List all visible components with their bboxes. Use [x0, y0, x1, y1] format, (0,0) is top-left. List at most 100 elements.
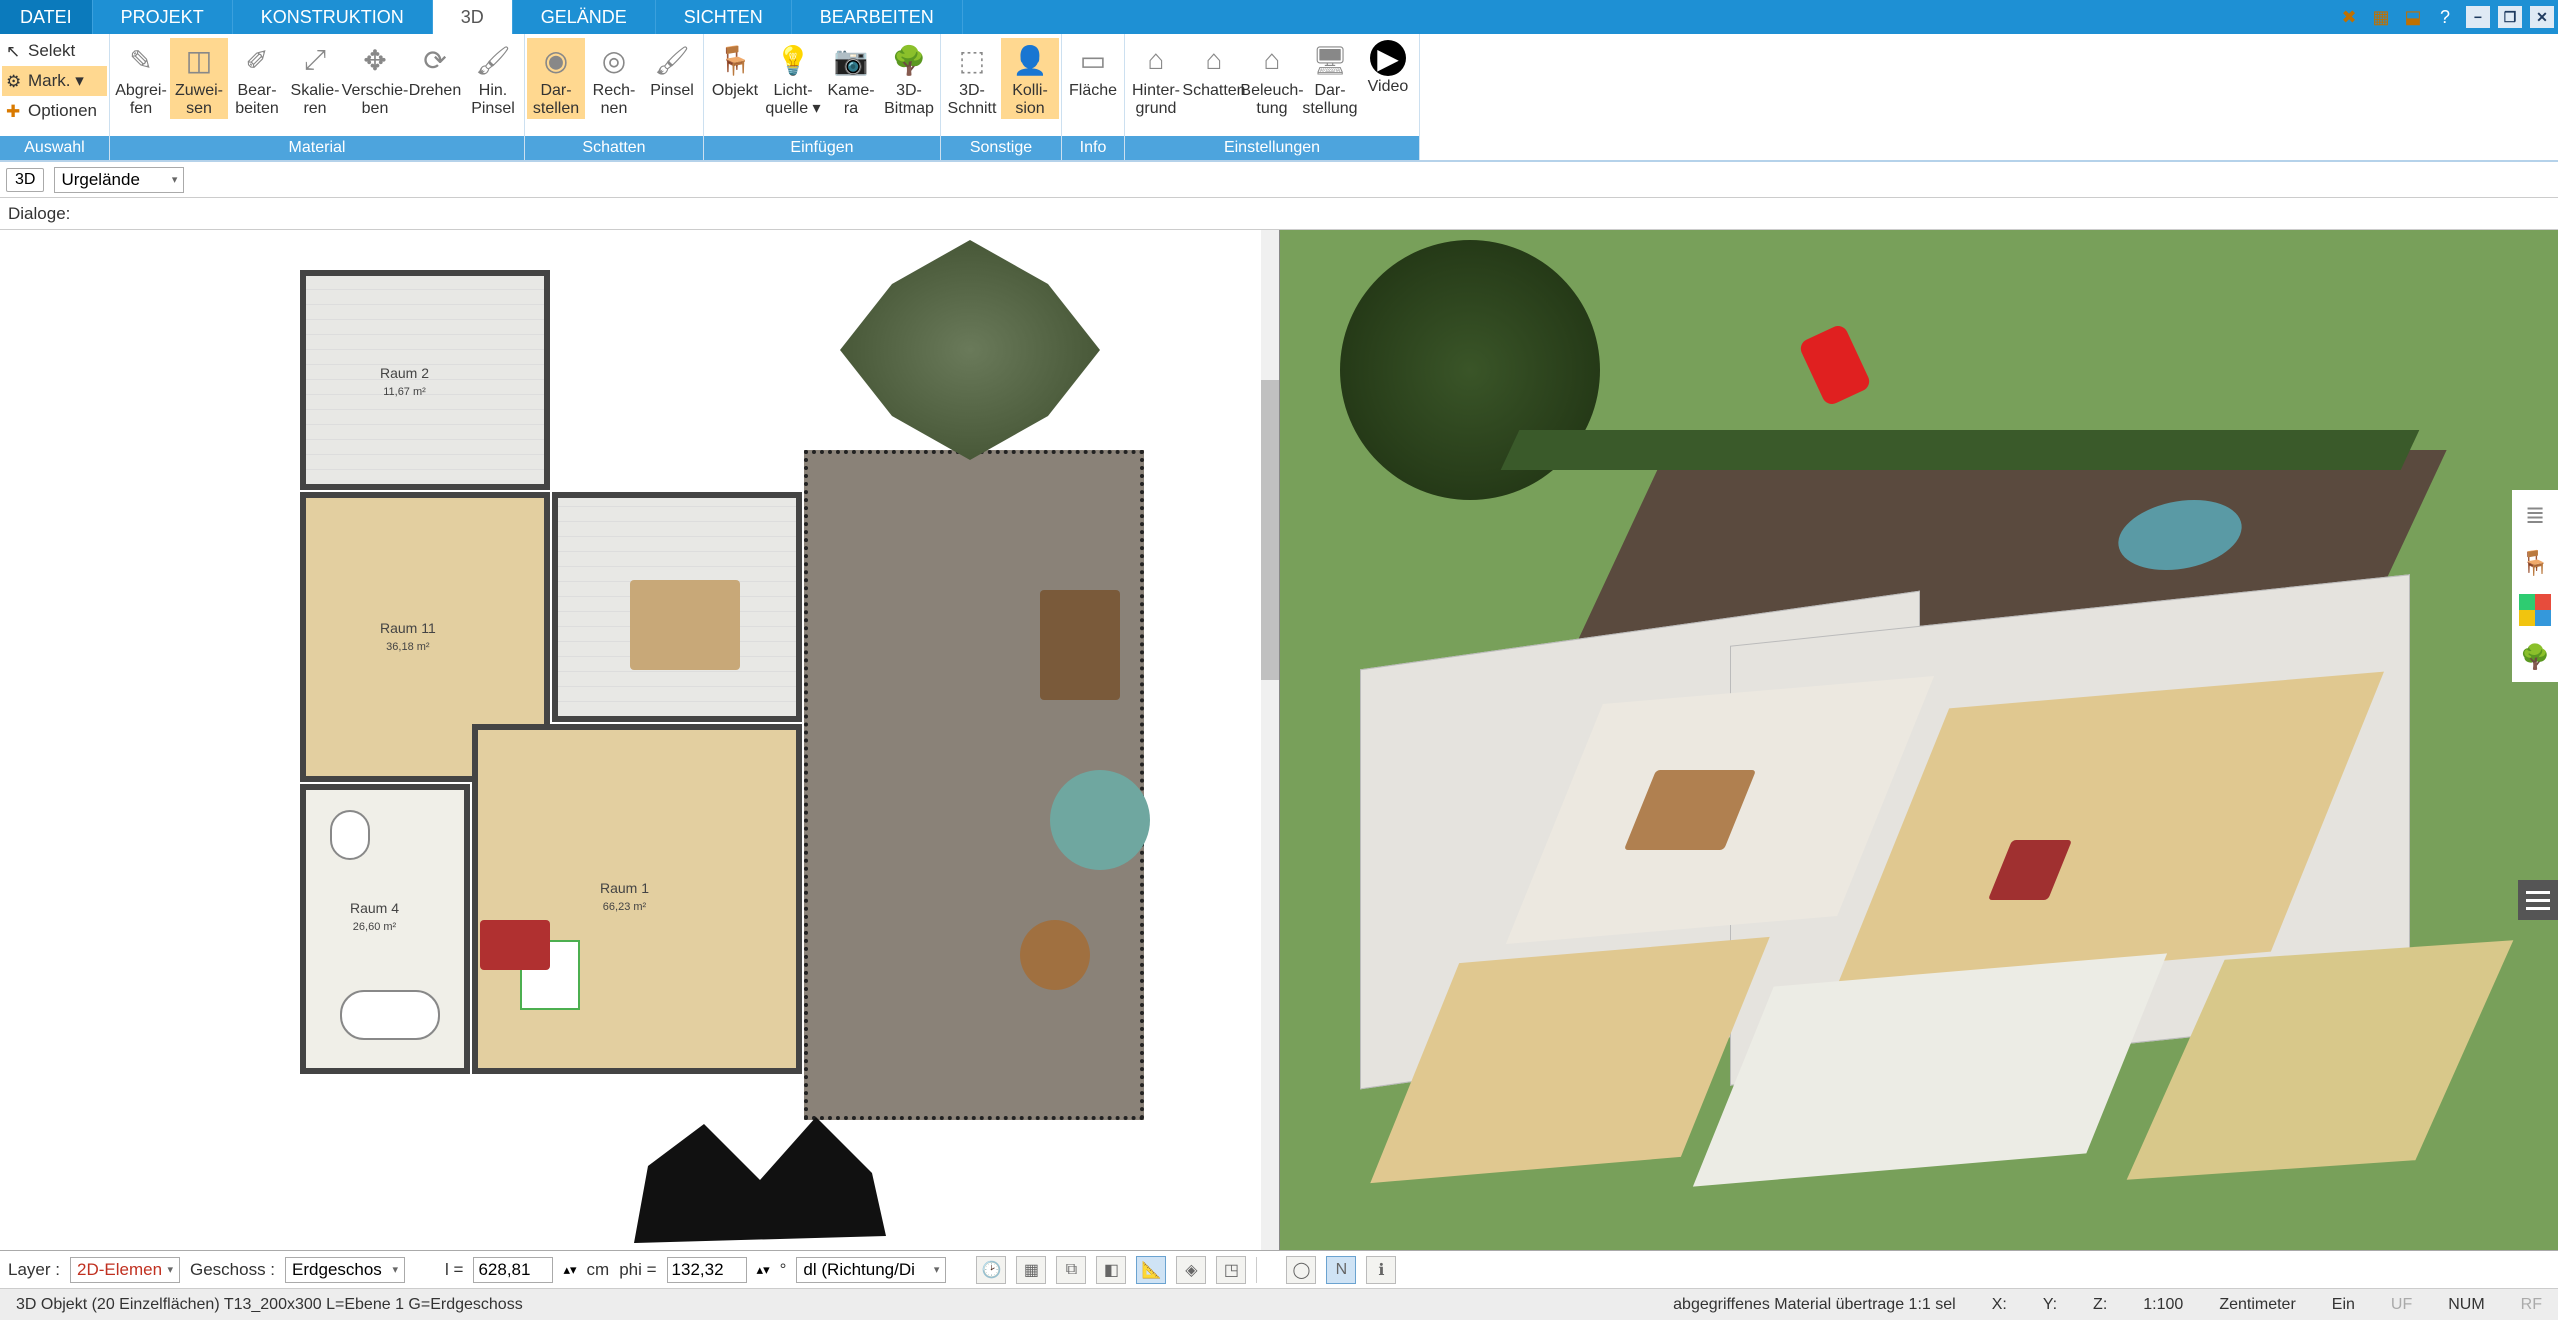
- pinsel-button[interactable]: 🖌Pinsel: [643, 38, 701, 102]
- kamera-button[interactable]: 📷Kame-ra: [822, 38, 880, 119]
- mini-grid-icon[interactable]: ▦: [1016, 1256, 1046, 1284]
- verschieben-button[interactable]: ✥Verschie-ben: [344, 38, 406, 119]
- mini-layers-icon[interactable]: ◧: [1096, 1256, 1126, 1284]
- ribbon-group-auswahl: ↖Selekt ⚙Mark. ▾ ✚Optionen Auswahl: [0, 34, 110, 160]
- mini-clock-icon[interactable]: 🕑: [976, 1256, 1006, 1284]
- hintergrund-button[interactable]: ⌂Hinter-grund: [1127, 38, 1185, 119]
- mini-snap-icon[interactable]: ⧉: [1056, 1256, 1086, 1284]
- schatten2-button[interactable]: ⌂Schatten: [1185, 38, 1243, 102]
- eyedropper-icon: ✎: [121, 40, 161, 80]
- beleuchtung-button[interactable]: ⌂Beleuch-tung: [1243, 38, 1301, 119]
- hinpinsel-button[interactable]: 🖌Hin.Pinsel: [464, 38, 522, 119]
- light-icon: ⌂: [1252, 40, 1292, 80]
- terrain-combo[interactable]: Urgelände▾: [54, 167, 184, 193]
- pane-3d[interactable]: ≣ 🪑 🌳: [1280, 230, 2558, 1250]
- tab-konstruktion[interactable]: KONSTRUKTION: [233, 0, 433, 34]
- brush-icon: 🖌: [473, 40, 513, 80]
- umbrella-2d: [1050, 770, 1150, 870]
- darstellen-button[interactable]: ◉Dar-stellen: [527, 38, 585, 119]
- chair-tool-icon[interactable]: 🪑: [2518, 546, 2552, 580]
- compute-icon: ◎: [594, 40, 634, 80]
- pane-2d[interactable]: Raum 211,67 m² Raum 1136,18 m² Raum 310,…: [0, 230, 1280, 1250]
- geschoss-combo[interactable]: Erdgeschos▾: [285, 1257, 405, 1283]
- drehen-button[interactable]: ⟳Drehen: [406, 38, 464, 102]
- darstellung-button[interactable]: 🖥Dar-stellung: [1301, 38, 1359, 119]
- tab-bearbeiten[interactable]: BEARBEITEN: [792, 0, 963, 34]
- scale-icon: ⤢: [295, 40, 335, 80]
- group-label-sonstige: Sonstige: [941, 136, 1061, 160]
- help-icon[interactable]: ?: [2432, 4, 2458, 30]
- close-button[interactable]: ✕: [2530, 6, 2554, 28]
- select-label: Selekt: [28, 41, 75, 61]
- tool-icon-1[interactable]: ✖: [2336, 4, 2362, 30]
- bearbeiten-button[interactable]: ✐Bear-beiten: [228, 38, 286, 119]
- schnitt-button[interactable]: ⬚3D-Schnitt: [943, 38, 1001, 119]
- mini-circle1-icon[interactable]: ◯: [1286, 1256, 1316, 1284]
- layers-icon[interactable]: ≣: [2518, 498, 2552, 532]
- mark-button[interactable]: ⚙Mark. ▾: [2, 66, 107, 96]
- dialoge-bar: Dialoge:: [0, 198, 2558, 230]
- drawer-handle[interactable]: [2518, 880, 2558, 920]
- group-label-info: Info: [1062, 136, 1124, 160]
- video-button[interactable]: ▶Video: [1359, 38, 1417, 98]
- tab-sichten[interactable]: SICHTEN: [656, 0, 792, 34]
- bitmap-button[interactable]: 🌳3D-Bitmap: [880, 38, 938, 119]
- mini-nav-icon[interactable]: N: [1326, 1256, 1356, 1284]
- material-swatch-icon[interactable]: [2519, 594, 2551, 626]
- brush2-icon: 🖌: [652, 40, 692, 80]
- ribbon-group-einfuegen: 🪑Objekt 💡Licht-quelle ▾ 📷Kame-ra 🌳3D-Bit…: [704, 34, 941, 160]
- options-button[interactable]: ✚Optionen: [2, 96, 107, 126]
- mini-stacks-icon[interactable]: ◈: [1176, 1256, 1206, 1284]
- skalieren-button[interactable]: ⤢Skalie-ren: [286, 38, 344, 119]
- tab-3d[interactable]: 3D: [433, 0, 513, 34]
- subbar: 3D Urgelände▾: [0, 162, 2558, 198]
- view-mode-pill[interactable]: 3D: [6, 168, 44, 192]
- phi-unit: °: [780, 1260, 787, 1280]
- geschoss-label: Geschoss :: [190, 1260, 275, 1280]
- group-label-schatten: Schatten: [525, 136, 703, 160]
- round-table: [1020, 920, 1090, 990]
- group-label-einfuegen: Einfügen: [704, 136, 940, 160]
- l-unit: cm: [587, 1260, 610, 1280]
- ribbon-group-sonstige: ⬚3D-Schnitt 👤Kolli-sion Sonstige: [941, 34, 1062, 160]
- ribbon-group-info: ▭Fläche Info: [1062, 34, 1125, 160]
- tab-projekt[interactable]: PROJEKT: [93, 0, 233, 34]
- edit-icon: ✐: [237, 40, 277, 80]
- phi-input[interactable]: [667, 1257, 747, 1283]
- minimize-button[interactable]: −: [2466, 6, 2490, 28]
- scrollbar-2d[interactable]: [1261, 230, 1279, 1250]
- room-4-label: Raum 426,60 m²: [350, 900, 399, 934]
- status-x: X:: [1984, 1296, 2015, 1314]
- tool-icon-2[interactable]: ▦: [2368, 4, 2394, 30]
- status-num: NUM: [2440, 1296, 2492, 1314]
- dialoge-label: Dialoge:: [8, 204, 70, 224]
- status-y: Y:: [2035, 1296, 2065, 1314]
- tab-gelaende[interactable]: GELÄNDE: [513, 0, 656, 34]
- kollision-button[interactable]: 👤Kolli-sion: [1001, 38, 1059, 119]
- move-icon: ✥: [355, 40, 395, 80]
- mini-cube-icon[interactable]: ◳: [1216, 1256, 1246, 1284]
- spacer: [963, 0, 2336, 34]
- flaeche-button[interactable]: ▭Fläche: [1064, 38, 1122, 102]
- render-icon: ◉: [536, 40, 576, 80]
- tree-tool-icon[interactable]: 🌳: [2518, 640, 2552, 674]
- select-button[interactable]: ↖Selekt: [2, 36, 107, 66]
- room-2-label: Raum 211,67 m²: [380, 365, 429, 399]
- rechnen-button[interactable]: ◎Rech-nen: [585, 38, 643, 119]
- shadow-icon: ⌂: [1194, 40, 1234, 80]
- mode-combo[interactable]: dl (Richtung/Di▾: [796, 1257, 946, 1283]
- tool-icon-3[interactable]: ⬓: [2400, 4, 2426, 30]
- layer-combo[interactable]: 2D-Elemen▾: [70, 1257, 180, 1283]
- tab-datei[interactable]: DATEI: [0, 0, 93, 34]
- zuweisen-button[interactable]: ◫Zuwei-sen: [170, 38, 228, 119]
- mini-info-icon[interactable]: ℹ: [1366, 1256, 1396, 1284]
- maximize-button[interactable]: ❐: [2498, 6, 2522, 28]
- lichtquelle-button[interactable]: 💡Licht-quelle ▾: [764, 38, 822, 119]
- mini-angle-icon[interactable]: 📐: [1136, 1256, 1166, 1284]
- tree-top: [840, 240, 1100, 460]
- abgreifen-button[interactable]: ✎Abgrei-fen: [112, 38, 170, 119]
- ribbon-group-einstellungen: ⌂Hinter-grund ⌂Schatten ⌂Beleuch-tung 🖥D…: [1125, 34, 1420, 160]
- l-input[interactable]: [473, 1257, 553, 1283]
- objekt-button[interactable]: 🪑Objekt: [706, 38, 764, 102]
- bg-icon: ⌂: [1136, 40, 1176, 80]
